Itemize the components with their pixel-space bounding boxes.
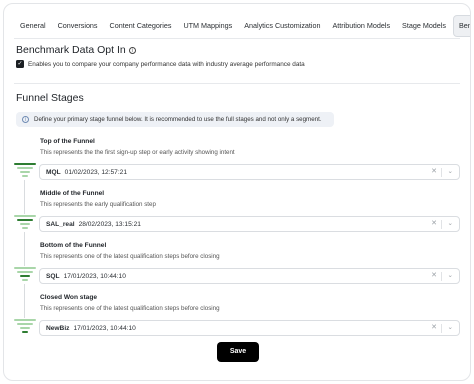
optin-label: Enables you to compare your company perf…: [28, 60, 305, 68]
funnel-connector: [24, 284, 25, 318]
stage-select-middle[interactable]: SAL_real 28/02/2023, 13:15:21 ✕ ⌄: [39, 216, 460, 232]
stage-description: This represents one of the latest qualif…: [40, 253, 220, 260]
stage-title: Closed Won stage: [40, 294, 98, 301]
settings-panel: General Conversions Content Categories U…: [3, 3, 471, 381]
funnel-stages-title: Funnel Stages: [16, 92, 84, 104]
chevron-down-icon[interactable]: ⌄: [448, 219, 453, 227]
settings-tabs: General Conversions Content Categories U…: [15, 15, 470, 37]
tabs-divider: [14, 38, 460, 39]
benchmark-section-title: Benchmark Data Opt In i: [16, 44, 136, 56]
stage-code: MQL: [46, 168, 61, 176]
tab-general[interactable]: General: [15, 15, 51, 37]
stage-select-closed-won[interactable]: NewBiz 17/01/2023, 10:44:10 ✕ ⌄: [39, 320, 460, 336]
select-separator: [441, 220, 442, 229]
select-separator: [441, 168, 442, 177]
clear-icon[interactable]: ✕: [431, 271, 437, 279]
chevron-down-icon[interactable]: ⌄: [448, 271, 453, 279]
chevron-down-icon[interactable]: ⌄: [448, 167, 453, 175]
info-icon[interactable]: i: [128, 46, 136, 54]
funnel-connector: [24, 180, 25, 214]
clear-icon[interactable]: ✕: [431, 219, 437, 227]
tab-attribution-models[interactable]: Attribution Models: [328, 15, 396, 37]
clear-icon[interactable]: ✕: [431, 323, 437, 331]
stage-select-top[interactable]: MQL 01/02/2023, 12:57:21 ✕ ⌄: [39, 164, 460, 180]
funnel-middle-icon: [14, 214, 36, 232]
stage-select-bottom[interactable]: SQL 17/01/2023, 10:44:10 ✕ ⌄: [39, 268, 460, 284]
select-separator: [441, 324, 442, 333]
funnel-closed-won-icon: [14, 318, 36, 336]
stage-description: This represents the the first sign-up st…: [40, 149, 235, 156]
tab-stage-models[interactable]: Stage Models: [397, 15, 451, 37]
benchmark-title: Benchmark Data Opt In: [16, 44, 126, 56]
tab-conversions[interactable]: Conversions: [53, 15, 103, 37]
section-divider: [14, 83, 460, 84]
benchmark-optin: ✓ Enables you to compare your company pe…: [16, 60, 305, 68]
stage-title: Bottom of the Funnel: [40, 242, 107, 249]
stage-code: NewBiz: [46, 324, 70, 332]
select-separator: [441, 272, 442, 281]
funnel-connector: [24, 232, 25, 266]
stage-date: 01/02/2023, 12:57:21: [64, 168, 127, 176]
stage-title: Middle of the Funnel: [40, 190, 105, 197]
funnel-info-note: i Define your primary stage funnel below…: [16, 112, 334, 127]
tab-analytics-customization[interactable]: Analytics Customization: [239, 15, 325, 37]
stage-description: This represents the early qualification …: [40, 201, 156, 208]
chevron-down-icon[interactable]: ⌄: [448, 323, 453, 331]
funnel-note-text: Define your primary stage funnel below. …: [34, 116, 322, 123]
stage-date: 17/01/2023, 10:44:10: [63, 272, 126, 280]
stage-date: 17/01/2023, 10:44:10: [73, 324, 136, 332]
stage-code: SAL_real: [46, 220, 75, 228]
stage-date: 28/02/2023, 13:15:21: [78, 220, 141, 228]
optin-checkbox[interactable]: ✓: [16, 60, 24, 68]
info-icon: i: [22, 116, 29, 123]
stage-title: Top of the Funnel: [40, 138, 95, 145]
tab-benchmark[interactable]: Benchmark: [453, 15, 470, 37]
save-button[interactable]: Save: [217, 342, 259, 362]
tab-utm-mappings[interactable]: UTM Mappings: [178, 15, 237, 37]
stage-code: SQL: [46, 272, 60, 280]
clear-icon[interactable]: ✕: [431, 167, 437, 175]
tab-content-categories[interactable]: Content Categories: [105, 15, 177, 37]
stage-description: This represents one of the latest qualif…: [40, 305, 220, 312]
funnel-top-icon: [14, 162, 36, 180]
funnel-bottom-icon: [14, 266, 36, 284]
